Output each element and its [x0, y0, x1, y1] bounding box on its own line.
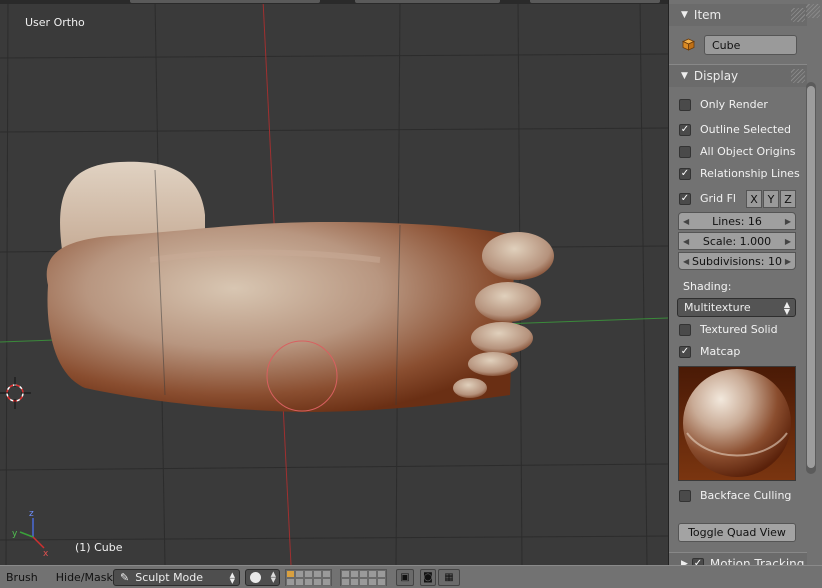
grid-floor-checkbox[interactable]: ✓ Grid Fl — [679, 192, 736, 205]
layer-lock-icon[interactable]: ▣ — [396, 569, 414, 586]
checkmark-icon[interactable]: ✓ — [679, 192, 691, 205]
matcap-label: Matcap — [700, 345, 741, 358]
mode-value: Sculpt Mode — [135, 571, 204, 584]
toggle-quad-view-button[interactable]: Toggle Quad View — [678, 523, 796, 542]
grid-scale-value: Scale: 1.000 — [702, 234, 772, 248]
checkmark-icon[interactable]: ✓ — [679, 345, 691, 358]
foot-mesh — [46, 161, 554, 412]
header-strip — [0, 0, 668, 4]
svg-text:z: z — [29, 509, 34, 519]
layer-buttons-left[interactable] — [285, 569, 332, 586]
checkbox-box[interactable] — [679, 145, 691, 158]
display-section-header[interactable]: ▼ Display — [669, 64, 807, 87]
panel-scrollbar[interactable] — [806, 82, 816, 474]
item-section-header[interactable]: ▼ Item — [669, 4, 807, 26]
backface-culling-label: Backface Culling — [700, 489, 792, 502]
grid-axis-x-toggle[interactable]: X — [746, 190, 762, 208]
brush-menu[interactable]: Brush — [6, 571, 38, 584]
motion-tracking-title: Motion Tracking — [709, 557, 805, 565]
shading-mode-value: Multitexture — [684, 301, 751, 314]
grid-floor-label: Grid Fl — [700, 192, 736, 205]
checkbox-box[interactable] — [679, 323, 691, 336]
decrement-arrow-icon[interactable]: ◀ — [683, 257, 689, 266]
only-render-checkbox[interactable]: Only Render — [679, 98, 768, 111]
matcap-preview[interactable] — [678, 366, 796, 481]
backface-culling-checkbox[interactable]: Backface Culling — [679, 489, 791, 502]
display-section-title: Display — [693, 69, 739, 83]
textured-solid-checkbox[interactable]: Textured Solid — [679, 323, 778, 336]
relationship-lines-label: Relationship Lines — [700, 167, 800, 180]
viewport-header-bar: Brush Hide/Mask ✎ Sculpt Mode ▲ ▼ ▲ ▼ ▣ ◙ … — [0, 565, 822, 588]
view-label: User Ortho — [25, 16, 85, 29]
grid-lines-value: Lines: 16 — [712, 214, 762, 228]
grid-axis-y-toggle[interactable]: Y — [763, 190, 779, 208]
3d-viewport[interactable]: z y x User Ortho (1) Cube — [0, 0, 669, 565]
mode-select[interactable]: ✎ Sculpt Mode ▲ ▼ — [113, 569, 240, 586]
3d-cursor-icon — [0, 377, 31, 409]
matcap-checkbox[interactable]: ✓ Matcap — [679, 345, 740, 358]
checkmark-icon[interactable]: ✓ — [691, 558, 704, 565]
outline-selected-label: Outline Selected — [700, 123, 791, 136]
all-object-origins-checkbox[interactable]: All Object Origins — [679, 145, 795, 158]
axis-gizmo-icon: z y x — [12, 509, 49, 559]
only-render-label: Only Render — [700, 98, 768, 111]
panel-grip-icon[interactable] — [806, 4, 820, 18]
cube-object-icon — [682, 38, 695, 51]
motion-tracking-section-header[interactable]: ▶ ✓ Motion Tracking — [669, 552, 807, 565]
grid-scale-field[interactable]: ◀ Scale: 1.000 ▶ — [678, 232, 796, 250]
outline-selected-checkbox[interactable]: ✓ Outline Selected — [679, 123, 791, 136]
render-animation-icon[interactable]: ▦ — [438, 569, 460, 586]
layer-buttons-right[interactable] — [340, 569, 387, 586]
object-name-field[interactable]: Cube — [704, 35, 797, 55]
increment-arrow-icon[interactable]: ▶ — [785, 217, 791, 226]
grid-axis-z-toggle[interactable]: Z — [780, 190, 796, 208]
updown-arrows-icon: ▲ ▼ — [270, 570, 276, 584]
decrement-arrow-icon[interactable]: ◀ — [683, 237, 689, 246]
svg-text:x: x — [43, 549, 49, 559]
increment-arrow-icon[interactable]: ▶ — [785, 257, 791, 266]
brush-icon: ✎ — [120, 571, 130, 584]
hide-mask-menu[interactable]: Hide/Mask — [56, 571, 113, 584]
shading-mode-select[interactable]: Multitexture ▲ ▼ — [677, 298, 796, 317]
checkbox-box[interactable] — [679, 98, 691, 111]
checkbox-box[interactable] — [679, 489, 691, 502]
collapse-triangle-icon: ▼ — [681, 71, 688, 81]
render-camera-icon[interactable]: ◙ — [420, 569, 436, 586]
scrollbar-thumb[interactable] — [807, 86, 815, 468]
increment-arrow-icon[interactable]: ▶ — [785, 237, 791, 246]
shading-label: Shading: — [683, 280, 732, 293]
grid-subdivisions-field[interactable]: ◀ Subdivisions: 10 ▶ — [678, 252, 796, 270]
decrement-arrow-icon[interactable]: ◀ — [683, 217, 689, 226]
svg-text:y: y — [12, 529, 18, 539]
object-label: (1) Cube — [75, 541, 123, 554]
drag-grip-icon[interactable] — [791, 69, 805, 83]
all-object-origins-label: All Object Origins — [700, 145, 796, 158]
grid-lines-field[interactable]: ◀ Lines: 16 ▶ — [678, 212, 796, 230]
relationship-lines-checkbox[interactable]: ✓ Relationship Lines — [679, 167, 800, 180]
properties-panel: ▼ Item Cube ▼ Display Only Render ✓ Outl… — [669, 0, 822, 565]
drag-grip-icon[interactable] — [791, 8, 805, 22]
updown-arrows-icon: ▲ ▼ — [229, 570, 235, 585]
checkmark-icon[interactable]: ✓ — [679, 123, 691, 136]
item-section-title: Item — [693, 8, 722, 22]
shading-type-select[interactable]: ▲ ▼ — [245, 569, 280, 586]
solid-shading-icon — [250, 572, 261, 583]
checkmark-icon[interactable]: ✓ — [679, 167, 691, 180]
textured-solid-label: Textured Solid — [700, 323, 778, 336]
grid-subdivisions-value: Subdivisions: 10 — [692, 254, 782, 268]
updown-arrows-icon: ▲ ▼ — [783, 299, 790, 316]
collapse-triangle-icon: ▼ — [681, 10, 688, 20]
viewport-canvas[interactable]: z y x — [0, 0, 668, 565]
